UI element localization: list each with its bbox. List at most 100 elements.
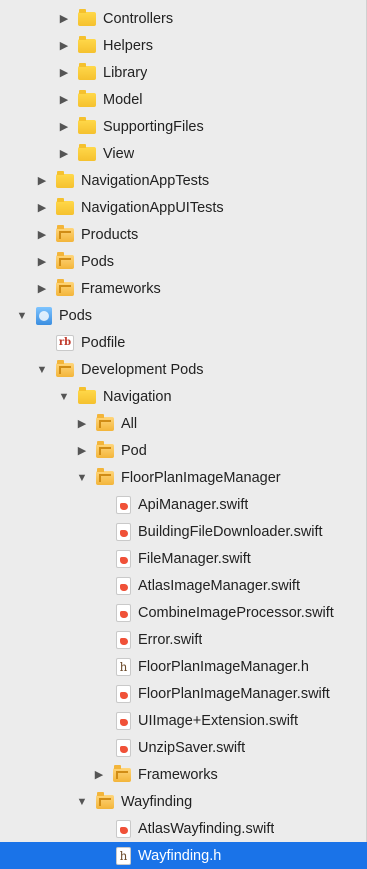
- disclosure-expanded-icon[interactable]: ▼: [16, 310, 28, 322]
- swift-file-icon: [116, 495, 131, 514]
- disclosure-collapsed-icon[interactable]: ▶: [36, 282, 48, 295]
- tree-item-label: Library: [103, 64, 148, 81]
- tree-item-label: CombineImageProcessor.swift: [138, 604, 334, 621]
- tree-row-helpers[interactable]: ▶ Helpers: [0, 32, 367, 59]
- tree-row-file[interactable]: FileManager.swift: [0, 545, 367, 572]
- tree-row-floorplanimagemanager[interactable]: ▼ FloorPlanImageManager: [0, 464, 367, 491]
- disclosure-expanded-icon[interactable]: ▼: [76, 472, 88, 484]
- tree-item-label: UnzipSaver.swift: [138, 739, 246, 756]
- group-folder-icon: [96, 413, 114, 431]
- tree-row-supportingfiles[interactable]: ▶ SupportingFiles: [0, 113, 367, 140]
- disclosure-collapsed-icon[interactable]: ▶: [36, 255, 48, 268]
- disclosure-collapsed-icon[interactable]: ▶: [76, 417, 88, 430]
- group-folder-icon: [56, 224, 74, 242]
- tree-row-model[interactable]: ▶ Model: [0, 86, 367, 113]
- tree-row-file[interactable]: FloorPlanImageManager.swift: [0, 680, 367, 707]
- tree-row-file[interactable]: CombineImageProcessor.swift: [0, 599, 367, 626]
- tree-row-products[interactable]: ▶ Products: [0, 221, 367, 248]
- swift-file-icon: [116, 576, 131, 595]
- tree-row-pods-project[interactable]: ▼ Pods: [0, 302, 367, 329]
- tree-row-file[interactable]: h FloorPlanImageManager.h: [0, 653, 367, 680]
- swift-file-icon: [116, 549, 131, 568]
- swift-file-icon: [116, 711, 131, 730]
- tree-row-all[interactable]: ▶ All: [0, 410, 367, 437]
- header-file-icon: h: [116, 657, 131, 676]
- tree-row-file[interactable]: BuildingFileDownloader.swift: [0, 518, 367, 545]
- tree-item-label: Wayfinding.h: [138, 847, 222, 864]
- tree-item-label: FloorPlanImageManager: [121, 469, 281, 486]
- tree-item-label: Controllers: [103, 10, 174, 27]
- group-folder-icon: [56, 251, 74, 269]
- tree-row-frameworks-sub[interactable]: ▶ Frameworks: [0, 761, 367, 788]
- tree-item-label: UIImage+Extension.swift: [138, 712, 298, 729]
- header-file-icon: h: [116, 846, 131, 865]
- disclosure-expanded-icon[interactable]: ▼: [58, 391, 70, 403]
- tree-item-label: Helpers: [103, 37, 153, 54]
- project-navigator: ▶ Controllers ▶ Helpers ▶ Library ▶ Mode…: [0, 0, 367, 869]
- disclosure-expanded-icon[interactable]: ▼: [36, 364, 48, 376]
- tree-item-label: Pods: [81, 253, 115, 270]
- tree-item-label: NavigationAppUITests: [81, 199, 224, 216]
- tree-row-pods-group[interactable]: ▶ Pods: [0, 248, 367, 275]
- disclosure-collapsed-icon[interactable]: ▶: [36, 228, 48, 241]
- tree-row-wayfinding[interactable]: ▼ Wayfinding: [0, 788, 367, 815]
- swift-file-icon: [116, 603, 131, 622]
- disclosure-collapsed-icon[interactable]: ▶: [58, 120, 70, 133]
- tree-item-label: AtlasImageManager.swift: [138, 577, 300, 594]
- tree-row-navigation[interactable]: ▼ Navigation: [0, 383, 367, 410]
- tree-item-label: FloorPlanImageManager.h: [138, 658, 309, 675]
- tree-row-view[interactable]: ▶ View: [0, 140, 367, 167]
- group-folder-icon: [96, 791, 114, 809]
- disclosure-collapsed-icon[interactable]: ▶: [58, 93, 70, 106]
- tree-item-label: SupportingFiles: [103, 118, 204, 135]
- tree-item-label: NavigationAppTests: [81, 172, 210, 189]
- tree-row-file[interactable]: AtlasImageManager.swift: [0, 572, 367, 599]
- swift-file-icon: [116, 684, 131, 703]
- disclosure-collapsed-icon[interactable]: ▶: [76, 444, 88, 457]
- disclosure-collapsed-icon[interactable]: ▶: [58, 12, 70, 25]
- tree-item-label: Wayfinding: [121, 793, 193, 810]
- tree-item-label: Error.swift: [138, 631, 203, 648]
- tree-item-label: All: [121, 415, 138, 432]
- disclosure-collapsed-icon[interactable]: ▶: [58, 147, 70, 160]
- disclosure-collapsed-icon[interactable]: ▶: [93, 768, 105, 781]
- folder-icon: [78, 8, 96, 26]
- tree-item-label: Frameworks: [81, 280, 161, 297]
- tree-row-pod[interactable]: ▶ Pod: [0, 437, 367, 464]
- tree-item-label: BuildingFileDownloader.swift: [138, 523, 323, 540]
- tree-row-navigationappuitests[interactable]: ▶ NavigationAppUITests: [0, 194, 367, 221]
- tree-row-development-pods[interactable]: ▼ Development Pods: [0, 356, 367, 383]
- tree-row-file[interactable]: AtlasWayfinding.swift: [0, 815, 367, 842]
- group-folder-icon: [113, 764, 131, 782]
- tree-item-label: View: [103, 145, 135, 162]
- swift-file-icon: [116, 738, 131, 757]
- tree-item-label: AtlasWayfinding.swift: [138, 820, 275, 837]
- tree-item-label: FileManager.swift: [138, 550, 251, 567]
- tree-row-navigationapptests[interactable]: ▶ NavigationAppTests: [0, 167, 367, 194]
- disclosure-collapsed-icon[interactable]: ▶: [36, 174, 48, 187]
- tree-row-library[interactable]: ▶ Library: [0, 59, 367, 86]
- tree-item-label: Development Pods: [81, 361, 204, 378]
- xcode-project-icon: [36, 306, 52, 325]
- tree-row-podfile[interactable]: rb Podfile: [0, 329, 367, 356]
- disclosure-collapsed-icon[interactable]: ▶: [58, 66, 70, 79]
- tree-item-label: FloorPlanImageManager.swift: [138, 685, 330, 702]
- disclosure-collapsed-icon[interactable]: ▶: [36, 201, 48, 214]
- tree-item-label: Products: [81, 226, 139, 243]
- folder-icon: [56, 197, 74, 215]
- tree-row-file[interactable]: UnzipSaver.swift: [0, 734, 367, 761]
- tree-row-frameworks[interactable]: ▶ Frameworks: [0, 275, 367, 302]
- tree-row-file[interactable]: ApiManager.swift: [0, 491, 367, 518]
- tree-row-file[interactable]: Error.swift: [0, 626, 367, 653]
- folder-icon: [78, 62, 96, 80]
- folder-icon: [78, 35, 96, 53]
- disclosure-collapsed-icon[interactable]: ▶: [58, 39, 70, 52]
- tree-row-selected-file[interactable]: h Wayfinding.h: [0, 842, 367, 869]
- folder-icon: [78, 116, 96, 134]
- disclosure-expanded-icon[interactable]: ▼: [76, 796, 88, 808]
- group-folder-icon: [96, 467, 114, 485]
- swift-file-icon: [116, 819, 131, 838]
- folder-icon: [56, 170, 74, 188]
- tree-row-controllers[interactable]: ▶ Controllers: [0, 5, 367, 32]
- tree-row-file[interactable]: UIImage+Extension.swift: [0, 707, 367, 734]
